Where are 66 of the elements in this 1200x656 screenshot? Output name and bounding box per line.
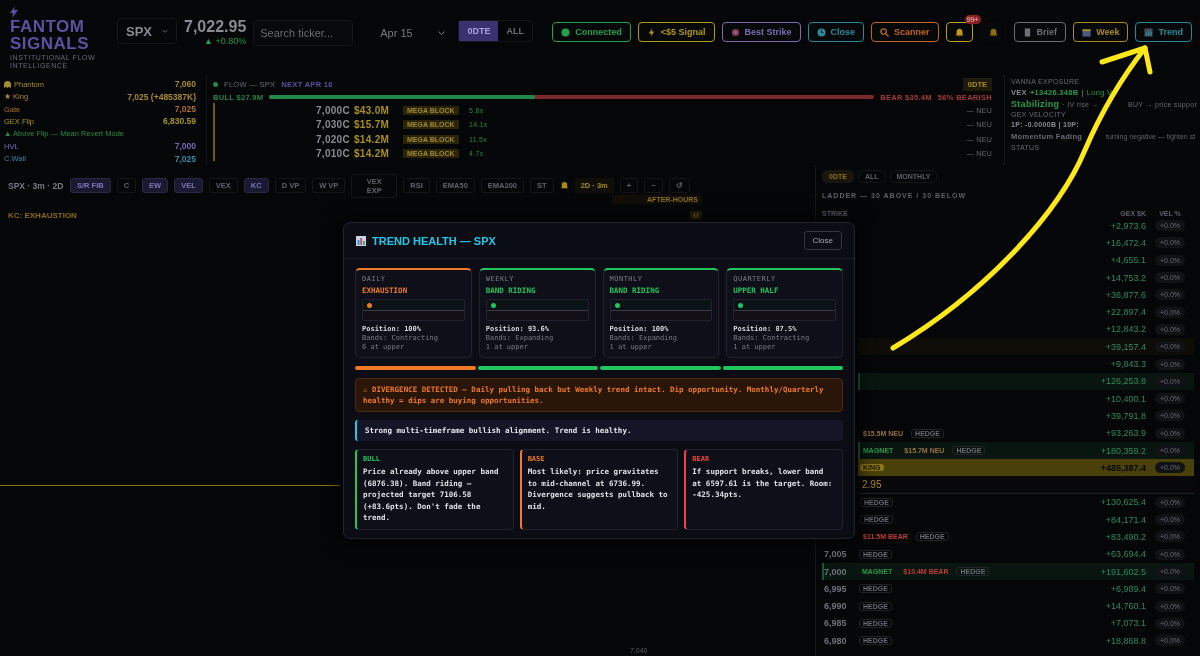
strike: 7,005 <box>824 549 848 560</box>
gex-value: +14,760.1 <box>1104 601 1146 612</box>
toolbar-button[interactable]: Scanner <box>871 22 939 42</box>
gex-value: +2,973.6 <box>1109 220 1146 231</box>
flow-premium: $43.0M <box>354 104 391 116</box>
gex-value: +180,359.2 <box>1099 445 1146 456</box>
gex-value: +18,868.8 <box>1104 635 1146 646</box>
expiry-tab[interactable]: 0DTE <box>459 21 499 41</box>
vanna-state: Stabilizing <box>1011 99 1060 109</box>
flow-strike: 7,020C <box>314 133 350 145</box>
level-value: 6,830.59 <box>162 116 196 127</box>
gex-value: +83,490.2 <box>1104 532 1146 542</box>
chart-symbol: SPX · 3m · 2D <box>8 180 64 191</box>
ticker-select[interactable]: SPX <box>117 18 177 44</box>
expiry-tab[interactable]: ALL <box>498 21 532 41</box>
flow-strike: 7,010C <box>314 148 350 160</box>
toolbar-button[interactable]: Week <box>1073 22 1129 42</box>
dialog-title: TREND HEALTH — SPX <box>372 234 496 247</box>
gex-value: +126,253.8 <box>1099 376 1146 387</box>
gex-value: +39,791.8 <box>1104 410 1146 421</box>
level-value: 7,025 (+485387K) <box>127 91 196 102</box>
level-value: 7,000 <box>174 141 196 152</box>
gex-value: +4,655.1 <box>1109 255 1146 266</box>
gex-value: +10,400.1 <box>1104 393 1146 404</box>
flow-strike: 7,030C <box>314 119 350 131</box>
gex-value: +9,843.3 <box>1109 359 1146 369</box>
gex-value: +39,157.4 <box>1104 341 1146 352</box>
gex-value: +63,694.4 <box>1104 549 1146 560</box>
flow-premium: $14.2M <box>354 148 391 160</box>
gex-value: +7,073.1 <box>1109 618 1146 629</box>
strike: 6,985 <box>824 618 848 629</box>
strike: 6,995 <box>824 583 848 594</box>
gex-value: +6,989.4 <box>1109 583 1146 594</box>
strike: 6,990 <box>824 601 848 612</box>
gex-value: +130,625.4 <box>1099 497 1146 508</box>
price-change: ▲ +0.80% <box>204 36 247 46</box>
gex-value: +36,877.6 <box>1104 289 1146 300</box>
gex-value: +22,897.4 <box>1104 307 1146 318</box>
gex-value: +84,171.4 <box>1104 514 1146 525</box>
flow-premium: $14.2M <box>354 133 391 145</box>
flow-strike: 7,000C <box>314 104 350 116</box>
date-select[interactable]: Apr 15 <box>374 20 452 46</box>
toolbar-button[interactable]: Trend <box>1135 22 1192 42</box>
toolbar-button[interactable]: Brief <box>1013 22 1067 42</box>
toolbar-button[interactable]: Connected <box>552 22 631 42</box>
gex-value: +16,472.4 <box>1104 237 1146 248</box>
level-value: 7,025 <box>174 153 196 164</box>
level-value: 7,025 <box>174 104 196 115</box>
price: 7,022.95 <box>184 18 247 36</box>
close-button[interactable]: Close <box>803 231 842 250</box>
toolbar-button[interactable]: Close <box>807 22 865 42</box>
gex-value: +93,263.9 <box>1104 428 1146 439</box>
flow-premium: $15.7M <box>354 119 391 131</box>
strike: 7,000 <box>824 566 848 577</box>
toolbar-button[interactable]: <$5 Signal <box>637 22 715 42</box>
toolbar-button[interactable]: Best Strike <box>721 22 801 42</box>
gex-value: +191,602.5 <box>1099 566 1146 577</box>
strike: 6,980 <box>824 635 848 646</box>
level-value: 7,060 <box>174 79 196 90</box>
current-price: 2.95 <box>861 479 882 491</box>
gex-value: +485,387.4 <box>1099 462 1146 473</box>
signal-label: KC: EXHAUSTION <box>8 211 77 220</box>
gex-value: +14,753.2 <box>1104 272 1146 283</box>
brand-title: FANTOM SIGNALS <box>10 18 91 52</box>
search-field[interactable]: Search ticker... <box>253 20 354 46</box>
gex-value: +12,843.2 <box>1104 324 1146 335</box>
